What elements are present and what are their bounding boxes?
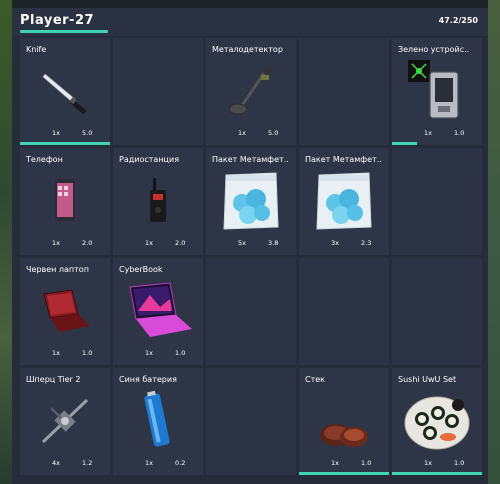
item-name: Телефон (26, 155, 63, 164)
radio-icon (150, 178, 166, 222)
header-accent-bar (20, 30, 108, 33)
inventory-slot[interactable]: Стек 1x 1.0 (299, 368, 389, 475)
item-count: 1x (238, 129, 246, 137)
empty-slot[interactable] (206, 368, 296, 475)
item-count: 3x (331, 239, 339, 247)
inventory-slot[interactable]: Sushi UwU Set 1x 1.0 (392, 368, 482, 475)
inventory-slot[interactable]: Пакет Метамфет.. 3x 2.3 (299, 148, 389, 255)
empty-slot[interactable] (299, 258, 389, 365)
item-count: 1x (424, 129, 432, 137)
item-count: 1x (331, 459, 339, 467)
item-weight: 1.0 (454, 459, 465, 467)
item-weight: 1.2 (82, 459, 93, 467)
item-name: Червен лаптоп (26, 265, 89, 274)
item-name: Металодетектор (212, 45, 283, 54)
durability-bar (392, 472, 482, 475)
inventory-header: Player-27 47.2/250 (12, 8, 488, 36)
item-name: Knife (26, 45, 47, 54)
inventory-slot[interactable]: CyberBook 1x 1.0 (113, 258, 203, 365)
item-count: 5x (238, 239, 246, 247)
sushi-icon (404, 396, 470, 450)
empty-slot[interactable] (113, 38, 203, 145)
item-weight: 1.0 (175, 349, 186, 357)
item-name: Зелено устройс.. (398, 45, 470, 54)
lockpick-icon (41, 398, 89, 444)
inventory-grid: Knife 1x 5.0 Металодетектор 1x 5.0 Зелен… (20, 38, 482, 475)
inventory-slot[interactable]: Червен лаптоп 1x 1.0 (20, 258, 110, 365)
player-name: Player-27 (20, 13, 95, 28)
durability-bar (20, 142, 110, 145)
item-name: Пакет Метамфет.. (212, 155, 289, 164)
item-weight: 1.0 (454, 129, 465, 137)
empty-slot[interactable] (392, 258, 482, 365)
meth-bag-icon (316, 172, 372, 230)
inventory-slot[interactable]: Пакет Метамфет.. 5x 3.8 (206, 148, 296, 255)
blue-battery-icon (144, 390, 170, 447)
background-right (488, 0, 500, 484)
item-name: Шперц Tier 2 (26, 375, 81, 384)
item-count: 1x (145, 239, 153, 247)
inventory-slot[interactable]: Шперц Tier 2 4x 1.2 (20, 368, 110, 475)
item-count: 4x (52, 459, 60, 467)
meth-bag-icon (223, 172, 279, 230)
item-name: Стек (305, 375, 325, 384)
item-name: Радиостанция (119, 155, 179, 164)
inventory-slot[interactable]: Телефон 1x 2.0 (20, 148, 110, 255)
knife-icon (42, 73, 87, 114)
item-name: Синя батерия (119, 375, 177, 384)
item-weight: 3.8 (268, 239, 279, 247)
item-count: 1x (145, 459, 153, 467)
durability-bar (299, 472, 389, 475)
item-name: Пакет Метамфет.. (305, 155, 382, 164)
item-count: 1x (145, 349, 153, 357)
item-weight: 2.0 (82, 239, 93, 247)
steak-icon (320, 424, 368, 447)
item-weight: 1.0 (82, 349, 93, 357)
inventory-slot[interactable]: Металодетектор 1x 5.0 (206, 38, 296, 145)
inventory-slot[interactable]: Радиостанция 1x 2.0 (113, 148, 203, 255)
durability-bar (392, 142, 417, 145)
phone-icon (55, 179, 75, 221)
item-count: 1x (52, 349, 60, 357)
cyberbook-laptop-icon (129, 282, 192, 337)
item-weight: 0.2 (175, 459, 186, 467)
item-weight: 5.0 (82, 129, 93, 137)
inventory-panel: Player-27 47.2/250 Knife 1x 5.0 Металоде… (12, 8, 488, 484)
inventory-slot[interactable]: Зелено устройс.. 1x 1.0 (392, 38, 482, 145)
item-name: CyberBook (119, 265, 163, 274)
item-count: 1x (52, 239, 60, 247)
inventory-slot[interactable]: Knife 1x 5.0 (20, 38, 110, 145)
item-weight: 5.0 (268, 129, 279, 137)
item-name: Sushi UwU Set (398, 375, 457, 384)
item-weight: 2.3 (361, 239, 372, 247)
empty-slot[interactable] (206, 258, 296, 365)
item-weight: 1.0 (361, 459, 372, 467)
inventory-slot[interactable]: Синя батерия 1x 0.2 (113, 368, 203, 475)
metal-detector-icon (228, 67, 271, 115)
empty-slot[interactable] (392, 148, 482, 255)
background-left (0, 0, 12, 484)
item-weight: 2.0 (175, 239, 186, 247)
item-count: 1x (424, 459, 432, 467)
item-count: 1x (52, 129, 60, 137)
green-device-icon (408, 60, 459, 119)
empty-slot[interactable] (299, 38, 389, 145)
red-laptop-icon (43, 289, 90, 332)
weight-capacity: 47.2/250 (438, 16, 478, 25)
